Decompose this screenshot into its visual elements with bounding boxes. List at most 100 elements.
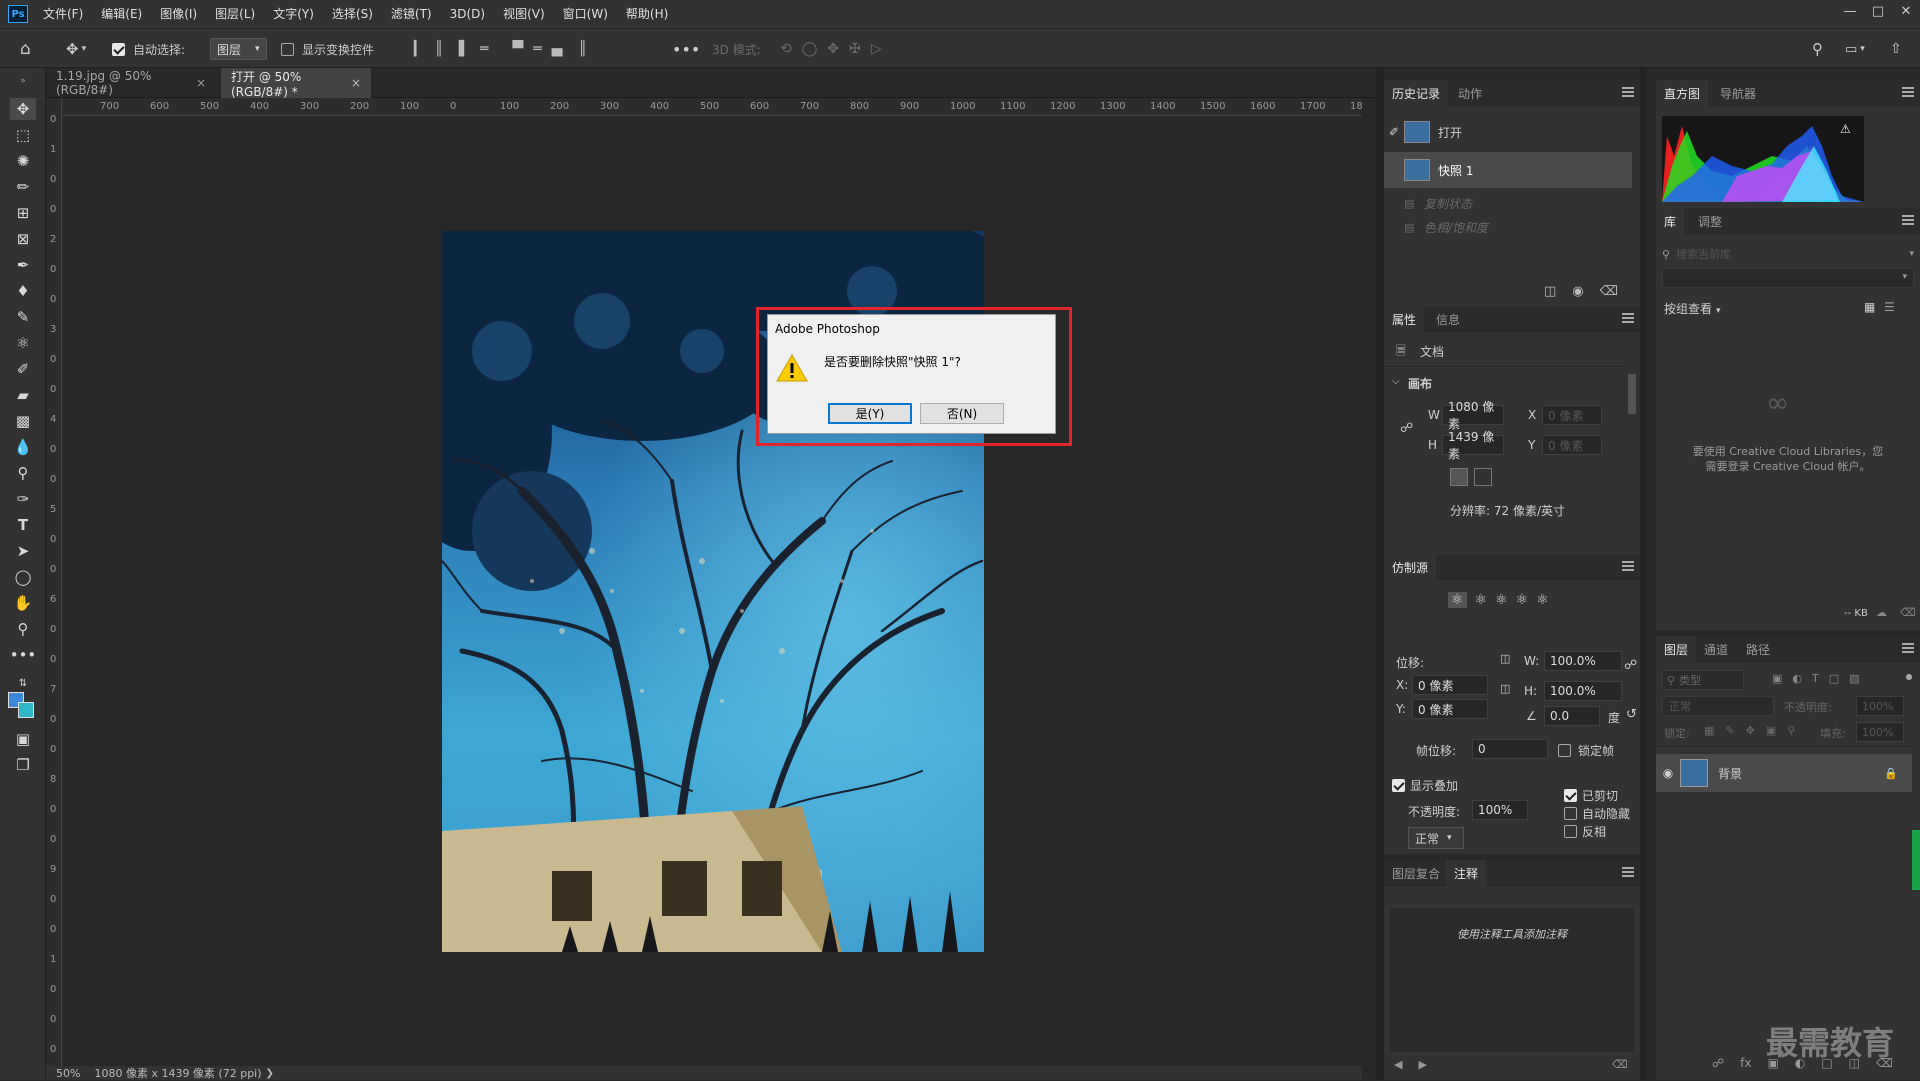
tab-clone-source[interactable]: 仿制源 [1384,554,1437,580]
link-layers-icon[interactable]: ☍ [1712,1056,1724,1070]
align-middle-icon[interactable]: ═ [533,41,541,57]
warning-icon[interactable]: ⚠ [1840,122,1851,136]
overlay-opacity-field[interactable]: 100% [1472,800,1528,820]
panel-menu-icon[interactable] [1622,87,1634,97]
history-brush-tool-icon[interactable]: ✐ [10,358,36,380]
panel-menu-icon[interactable] [1902,643,1914,653]
menu-view[interactable]: 视图(V) [494,0,554,28]
invert-checkbox[interactable] [1564,824,1577,838]
move-tool-icon[interactable]: ✥ [10,98,36,120]
tab-history[interactable]: 历史记录 [1384,80,1449,106]
type-filter-icon[interactable]: T [1812,672,1819,685]
angle-field[interactable]: 0.0 [1544,706,1600,726]
tab-layers[interactable]: 图层 [1656,636,1697,662]
gradient-tool-icon[interactable]: ▩ [10,410,36,432]
lock-frame-checkbox[interactable] [1558,743,1571,757]
type-tool-icon[interactable]: T [10,514,36,536]
scrollbar[interactable] [1628,374,1636,414]
panel-menu-icon[interactable] [1622,867,1634,877]
eye-icon[interactable]: ◉ [1656,766,1680,780]
tab-paths[interactable]: 路径 [1738,636,1778,662]
maximize-icon[interactable]: □ [1864,0,1892,22]
width-field[interactable]: 1080 像素 [1442,400,1504,431]
close-tab-icon[interactable]: × [351,76,361,90]
cloud-sync-icon[interactable]: ☁ [1876,606,1887,619]
menu-3d[interactable]: 3D(D) [441,0,494,28]
marquee-tool-icon[interactable]: ⬚ [10,124,36,146]
crop-tool-icon[interactable]: ⊞ [10,202,36,224]
healing-brush-tool-icon[interactable]: ♦ [10,280,36,302]
magic-wand-tool-icon[interactable]: ✏ [10,176,36,198]
zoom-tool-icon[interactable]: ⚲ [10,618,36,640]
clone-source-2-icon[interactable]: ⚛ [1475,592,1488,608]
blur-tool-icon[interactable]: 💧 [10,436,36,458]
panel-divider[interactable] [1640,68,1646,1080]
screen-mode-icon[interactable]: ❐ [10,754,36,776]
scale-h-field[interactable]: 100.0% [1544,681,1622,701]
layer-style-icon[interactable]: fx [1740,1056,1751,1070]
frame-offset-field[interactable]: 0 [1472,739,1548,759]
panel-divider[interactable] [1376,68,1384,1080]
scale-w-field[interactable]: 100.0% [1544,651,1622,671]
tab-properties[interactable]: 属性 [1384,306,1425,332]
dodge-tool-icon[interactable]: ⚲ [10,462,36,484]
lock-icon[interactable]: 🔒 [1884,767,1898,780]
brush-tool-icon[interactable]: ✎ [10,306,36,328]
align-bottom-icon[interactable]: ▄ [552,41,563,57]
show-overlay-checkbox[interactable] [1392,778,1405,792]
move-tool-icon[interactable]: ✥ ▾ [66,29,86,69]
artboard-icon[interactable]: ▣ [1766,724,1776,737]
pen-tool-icon[interactable]: ✑ [10,488,36,510]
history-item-open[interactable]: ✐ 打开 [1384,116,1624,148]
tab-layer-comps[interactable]: 图层复合 [1384,860,1448,886]
trash-icon[interactable]: ⌫ [1612,1058,1628,1071]
lock-transparent-icon[interactable]: ▦ [1704,724,1714,737]
align-left-icon[interactable]: ▎ [414,41,425,57]
tab-navigator[interactable]: 导航器 [1712,80,1764,106]
quick-mask-icon[interactable]: ▣ [10,728,36,750]
align-right-icon[interactable]: ▐ [453,41,464,57]
minimize-icon[interactable]: — [1836,0,1864,22]
y-field[interactable]: 0 像素 [1542,435,1602,455]
roll-3d-icon[interactable]: ◯ [802,41,818,57]
distribute-v-icon[interactable]: ║ [578,41,586,57]
panel-menu-icon[interactable] [1902,215,1914,225]
home-icon[interactable]: ⌂ [20,29,31,69]
panel-menu-icon[interactable] [1622,561,1634,571]
swap-colors-icon[interactable]: ⇅ [10,672,36,694]
chevron-down-icon[interactable]: ⌵ [1392,376,1400,387]
layer-blend-dropdown[interactable]: 正常 [1662,696,1774,716]
library-search-input[interactable]: ⚲ 搜索当前库 ▾ [1662,244,1914,264]
edit-toolbar-icon[interactable]: ••• [10,644,37,666]
menu-image[interactable]: 图像(I) [151,0,206,28]
camera-3d-icon[interactable]: ▷ [871,41,882,57]
distribute-icon[interactable]: ═ [480,41,488,57]
shape-filter-icon[interactable]: □ [1829,672,1839,685]
tab-actions[interactable]: 动作 [1450,80,1490,106]
menu-help[interactable]: 帮助(H) [617,0,677,28]
library-dropdown[interactable]: ▾ [1662,268,1914,288]
offset-y-field[interactable]: 0 像素 [1412,699,1488,719]
list-view-icon[interactable]: ☰ [1884,300,1895,314]
eraser-tool-icon[interactable]: ▰ [10,384,36,406]
smart-object-filter-icon[interactable]: ▧ [1849,672,1859,685]
clipped-checkbox[interactable] [1564,788,1577,802]
history-item-snapshot-1[interactable]: 快照 1 [1384,152,1632,188]
grid-view-icon[interactable]: ▦ [1864,300,1875,314]
share-icon[interactable]: ⇧ [1890,29,1902,69]
menu-layer[interactable]: 图层(L) [206,0,264,28]
path-selection-tool-icon[interactable]: ➤ [10,540,36,562]
trash-icon[interactable]: ⌫ [1900,606,1916,619]
link-icon[interactable]: ☍ [1400,421,1413,436]
tab-notes[interactable]: 注释 [1446,860,1487,886]
portrait-orientation-icon[interactable] [1450,468,1468,486]
auto-select-checkbox[interactable] [112,29,125,69]
zoom-level[interactable]: 50% [56,1067,80,1080]
flip-horizontal-icon[interactable]: ◫ [1500,652,1510,665]
frame-tool-icon[interactable]: ⊠ [10,228,36,250]
menu-file[interactable]: 文件(F) [34,0,92,28]
tab-adjustments[interactable]: 调整 [1690,208,1730,234]
more-options-icon[interactable]: ••• [672,29,700,69]
menu-window[interactable]: 窗口(W) [554,0,617,28]
reset-transform-icon[interactable]: ↺ [1626,707,1637,722]
